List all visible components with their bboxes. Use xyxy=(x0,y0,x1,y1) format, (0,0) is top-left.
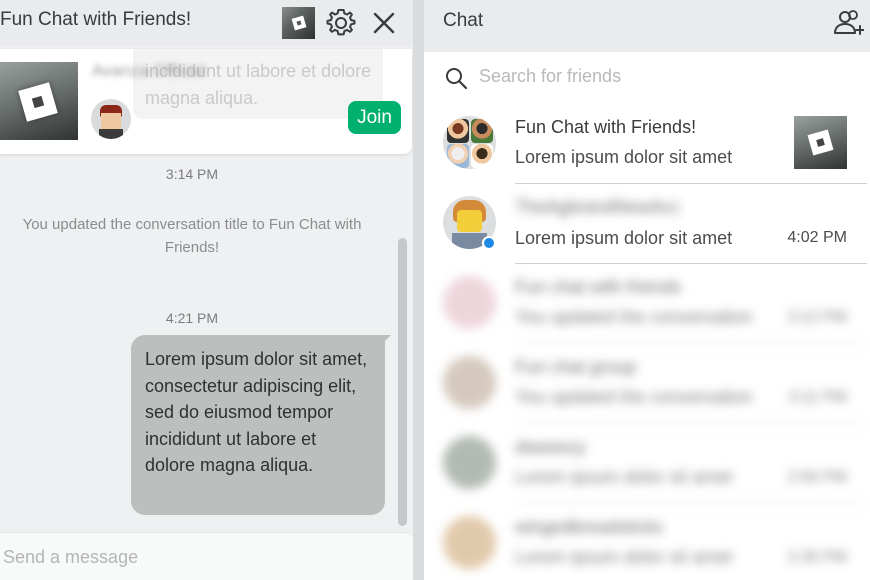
game-invite-card: incididunt ut labore et dolore magna ali… xyxy=(0,49,412,154)
conversation-item[interactable]: wingedbreadsticks Lorem ipsum dolor sit … xyxy=(424,503,870,580)
conversation-item[interactable]: Fun chat with friends You updated the co… xyxy=(424,263,870,344)
conversation-item[interactable]: TheAgbrandNewAcc Lorem ipsum dolor sit a… xyxy=(424,183,870,264)
conversation-preview: Lorem ipsum dolor sit amet xyxy=(515,147,733,167)
conversation-name: Fun chat with friends xyxy=(515,277,682,297)
conversation-name: TheAgbrandNewAcc xyxy=(515,197,681,217)
conversation-time: 4:02 PM xyxy=(787,229,847,246)
conversation-time: 2:56 PM xyxy=(787,469,847,486)
conversation-name: Fun Chat with Friends! xyxy=(515,117,697,137)
avatar xyxy=(443,436,496,489)
game-card-user-name: Avanza Official xyxy=(92,61,205,80)
game-thumbnail[interactable] xyxy=(0,62,78,140)
conversation-preview: Lorem ipsum dolor sit amet xyxy=(515,467,733,487)
game-thumbnail-icon[interactable] xyxy=(282,7,315,39)
outgoing-message-bubble: Lorem ipsum dolor sit amet, consectetur … xyxy=(131,335,385,515)
conversation-title: Fun Chat with Friends! xyxy=(0,9,192,30)
conversation-item[interactable]: Fun chat group You updated the conversat… xyxy=(424,343,870,424)
message-timestamp: 3:14 PM xyxy=(165,166,219,182)
avatar xyxy=(443,516,496,569)
game-thumbnail xyxy=(794,116,847,169)
system-message: You updated the conversation title to Fu… xyxy=(22,216,362,256)
gear-icon[interactable] xyxy=(325,7,357,39)
message-scrollbar[interactable] xyxy=(398,238,407,526)
search-input[interactable] xyxy=(479,66,849,87)
message-timestamp: 4:21 PM xyxy=(165,310,219,326)
chat-list-header: Chat xyxy=(424,0,870,52)
join-button[interactable]: Join xyxy=(348,101,401,134)
message-input[interactable] xyxy=(3,547,383,568)
conversation-item[interactable]: daweezy Lorem ipsum dolor sit amet 2:56 … xyxy=(424,423,870,504)
conversation-name: Fun chat group xyxy=(515,357,637,377)
conversation-name: daweezy xyxy=(515,437,587,457)
chat-list-panel: Chat Fun Chat with Friends! Lorem ipsum … xyxy=(424,0,870,580)
conversation-time: 3:12 PM xyxy=(787,309,847,326)
conversation-name: wingedbreadsticks xyxy=(515,517,664,537)
avatar xyxy=(443,356,496,409)
conversation-preview: Lorem ipsum dolor sit amet xyxy=(515,547,733,567)
add-friends-icon[interactable] xyxy=(832,8,864,38)
bubble-tail xyxy=(381,335,391,345)
chat-list-title: Chat xyxy=(443,10,484,31)
avatar[interactable] xyxy=(91,99,131,139)
online-status-indicator xyxy=(482,236,496,250)
group-avatar xyxy=(443,116,496,169)
conversation-preview: You updated the conversation xyxy=(515,307,753,327)
conversation-header: Fun Chat with Friends! xyxy=(0,0,413,46)
panel-divider xyxy=(413,0,424,580)
conversation-time: 3:11 PM xyxy=(788,389,847,406)
conversation-time: 2:35 PM xyxy=(787,549,847,566)
close-icon[interactable] xyxy=(371,10,397,36)
avatar xyxy=(443,276,496,329)
conversation-panel: Fun Chat with Friends! incididunt ut lab… xyxy=(0,0,413,580)
conversation-preview: Lorem ipsum dolor sit amet xyxy=(515,228,733,248)
conversation-preview: You updated the conversation xyxy=(515,387,753,407)
search-icon xyxy=(446,68,468,90)
